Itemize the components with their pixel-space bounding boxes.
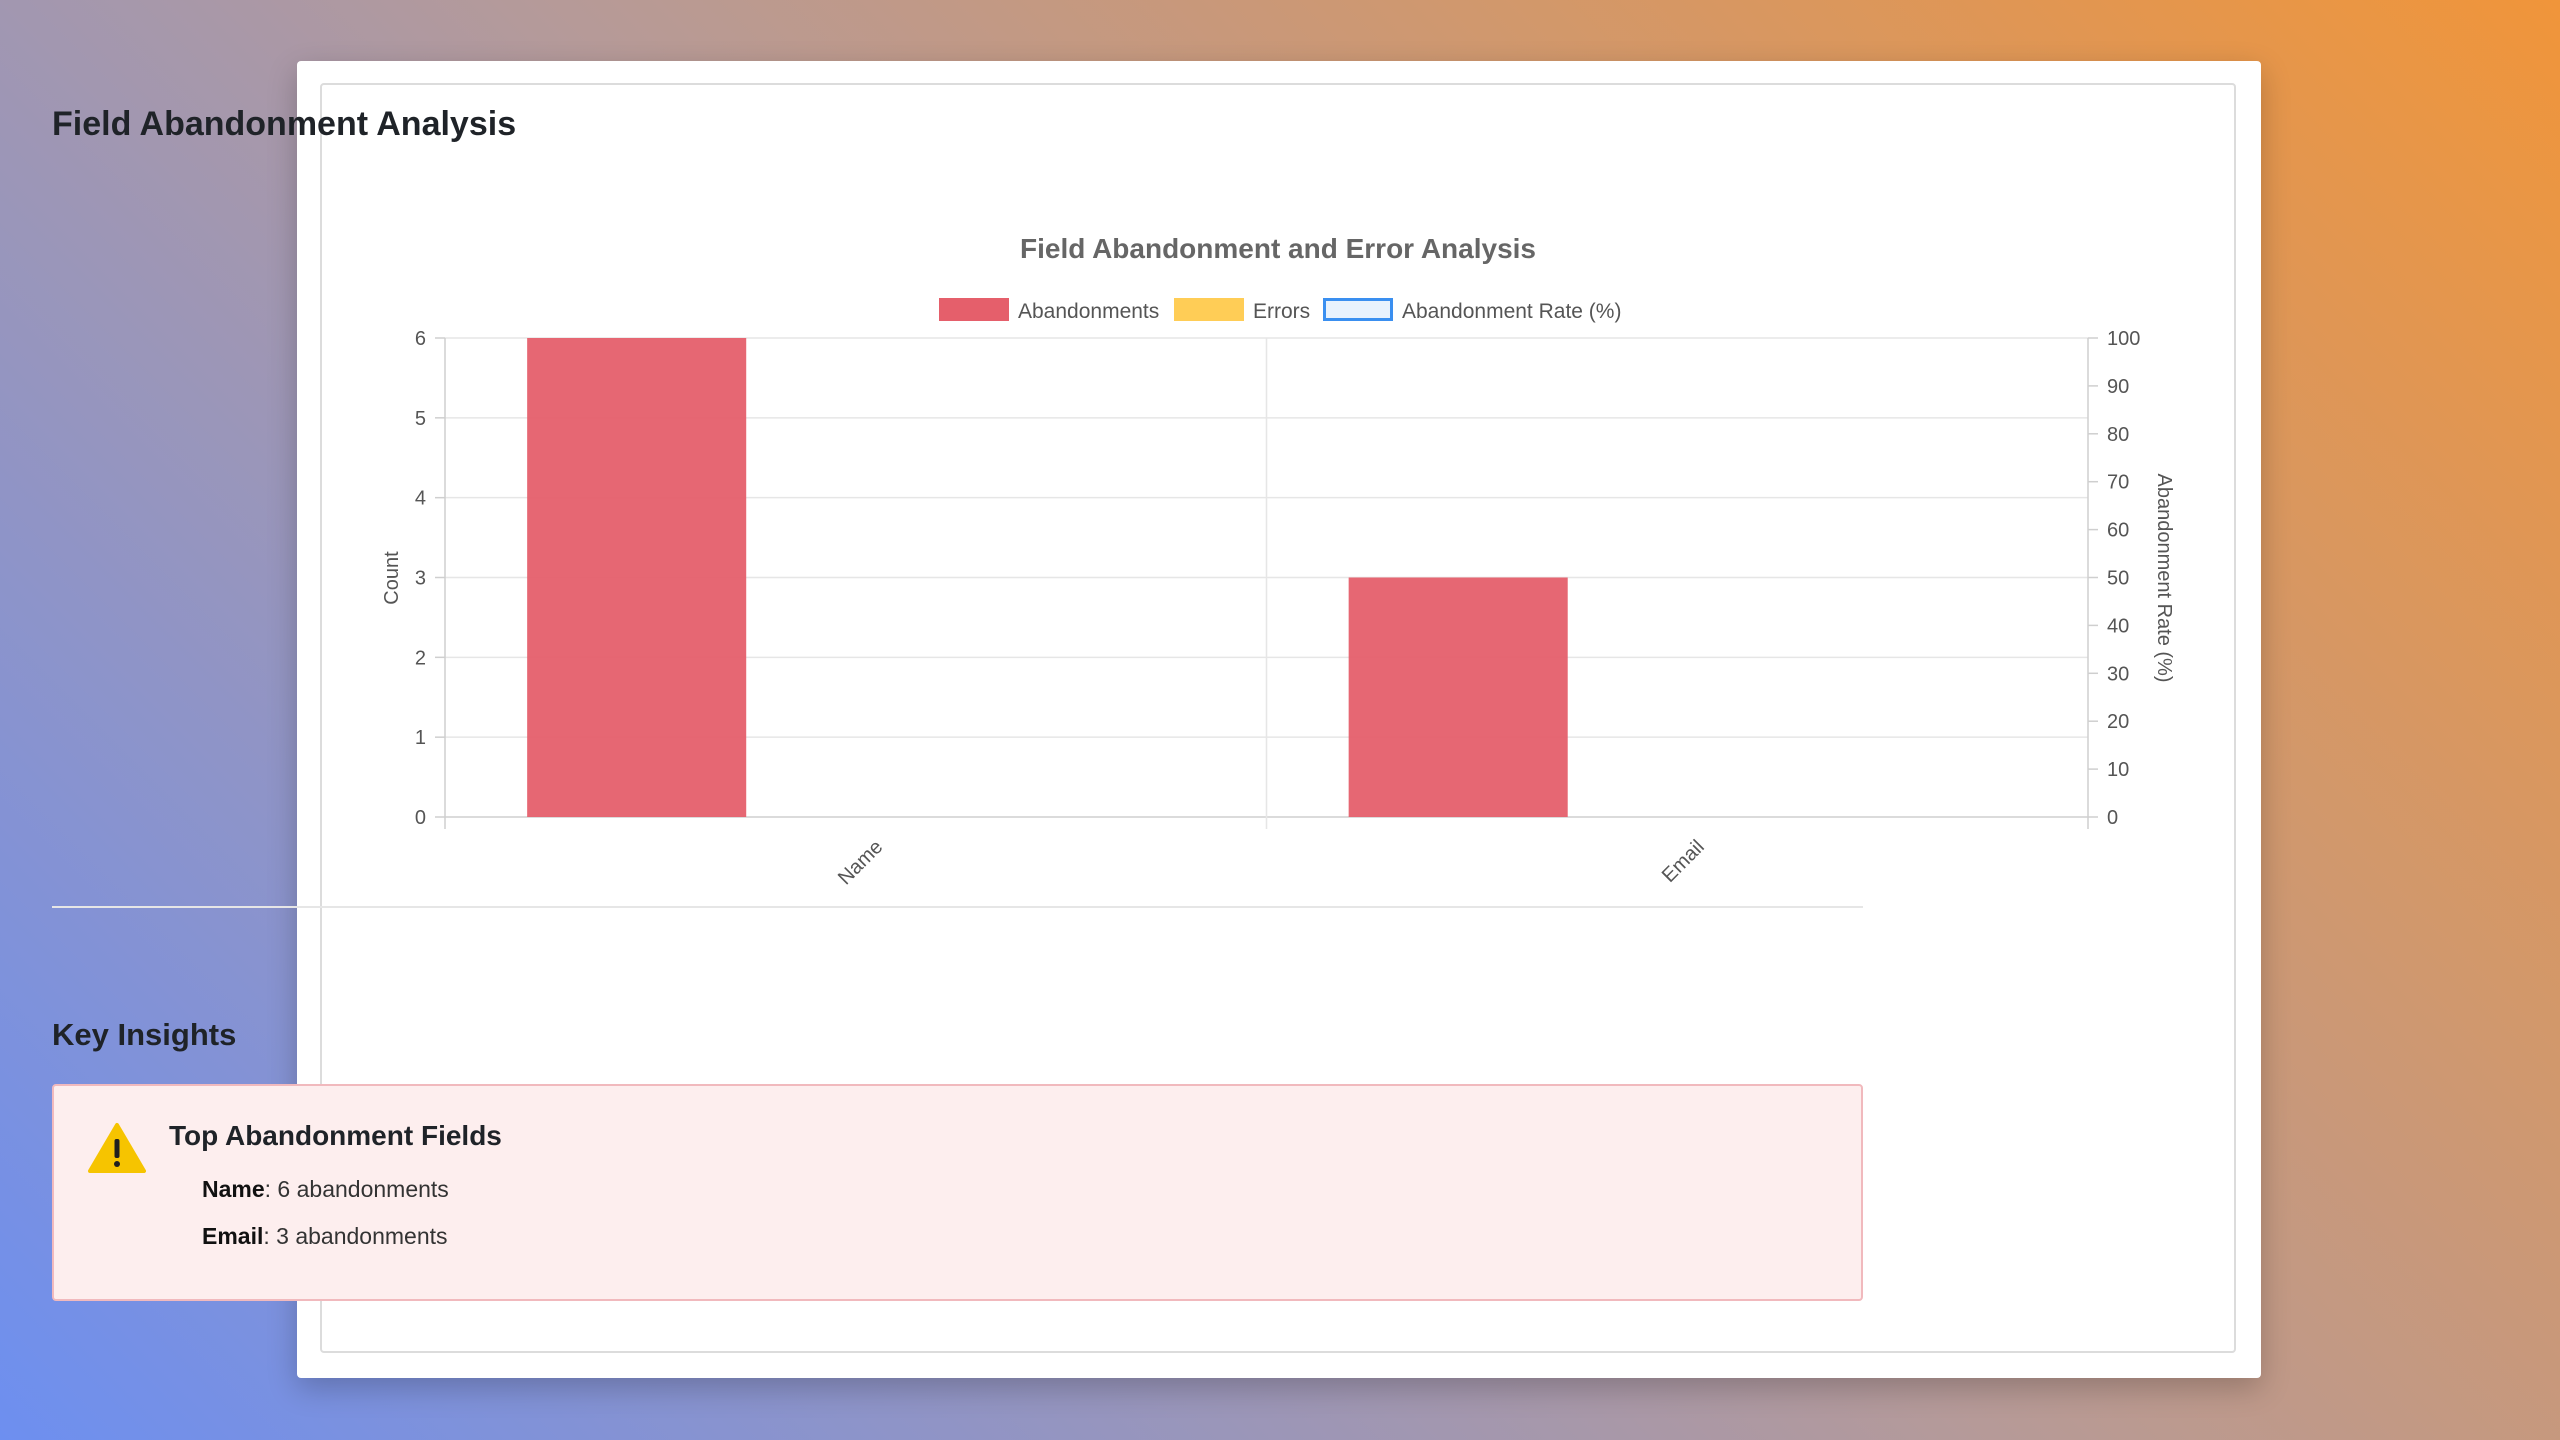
y-tick-label-right: 20 <box>2107 711 2129 733</box>
y-tick-label-left: 0 <box>415 807 426 829</box>
y-tick-label-right: 50 <box>2107 568 2129 590</box>
y-tick-label-left: 2 <box>415 647 426 669</box>
y-axis-title-left: Count <box>381 551 403 605</box>
legend-swatch-0 <box>939 298 1009 321</box>
legend-swatch-2 <box>1323 298 1393 321</box>
insights-heading: Key Insights <box>52 1017 237 1052</box>
legend-label-2: Abandonment Rate (%) <box>1402 300 1621 323</box>
insight-list: Name: 6 abandonments Email: 3 abandonmen… <box>202 1174 449 1268</box>
x-tick-label: Name <box>834 836 887 889</box>
insight-title: Top Abandonment Fields <box>169 1120 502 1151</box>
insight-item-name: Name: 6 abandonments <box>202 1174 449 1221</box>
insight-card: Top Abandonment Fields Name: 6 abandonme… <box>52 1084 1863 1301</box>
y-tick-label-left: 1 <box>415 727 426 749</box>
y-tick-label-right: 40 <box>2107 615 2129 637</box>
y-tick-label-right: 100 <box>2107 328 2140 350</box>
legend-swatch-1 <box>1174 298 1244 321</box>
y-tick-label-right: 70 <box>2107 472 2129 494</box>
x-tick-label: Email <box>1658 836 1709 887</box>
y-tick-label-left: 5 <box>415 408 426 430</box>
y-axis-title-right: Abandonment Rate (%) <box>2153 473 2175 682</box>
y-tick-label-left: 3 <box>415 568 426 590</box>
y-tick-label-right: 60 <box>2107 520 2129 542</box>
legend-label-1: Errors <box>1253 300 1310 323</box>
y-tick-label-right: 80 <box>2107 424 2129 446</box>
y-tick-label-right: 10 <box>2107 759 2129 781</box>
chart-title: Field Abandonment and Error Analysis <box>1020 233 1536 264</box>
bar-abandonments-0 <box>527 338 747 817</box>
warning-icon <box>88 1123 146 1173</box>
insight-item-email: Email: 3 abandonments <box>202 1221 449 1268</box>
y-tick-label-right: 30 <box>2107 663 2129 685</box>
section-divider <box>52 906 1863 908</box>
insight-field-email: Email <box>202 1223 264 1249</box>
y-tick-label-left: 6 <box>415 328 426 350</box>
insight-value-email: : 3 abandonments <box>263 1223 448 1249</box>
y-tick-label-left: 4 <box>415 488 426 510</box>
insight-field-name: Name <box>202 1176 265 1202</box>
legend-label-0: Abandonments <box>1018 300 1159 323</box>
insight-value-name: : 6 abandonments <box>264 1176 449 1202</box>
y-tick-label-right: 0 <box>2107 807 2118 829</box>
bar-abandonments-1 <box>1348 577 1568 817</box>
y-tick-label-right: 90 <box>2107 376 2129 398</box>
